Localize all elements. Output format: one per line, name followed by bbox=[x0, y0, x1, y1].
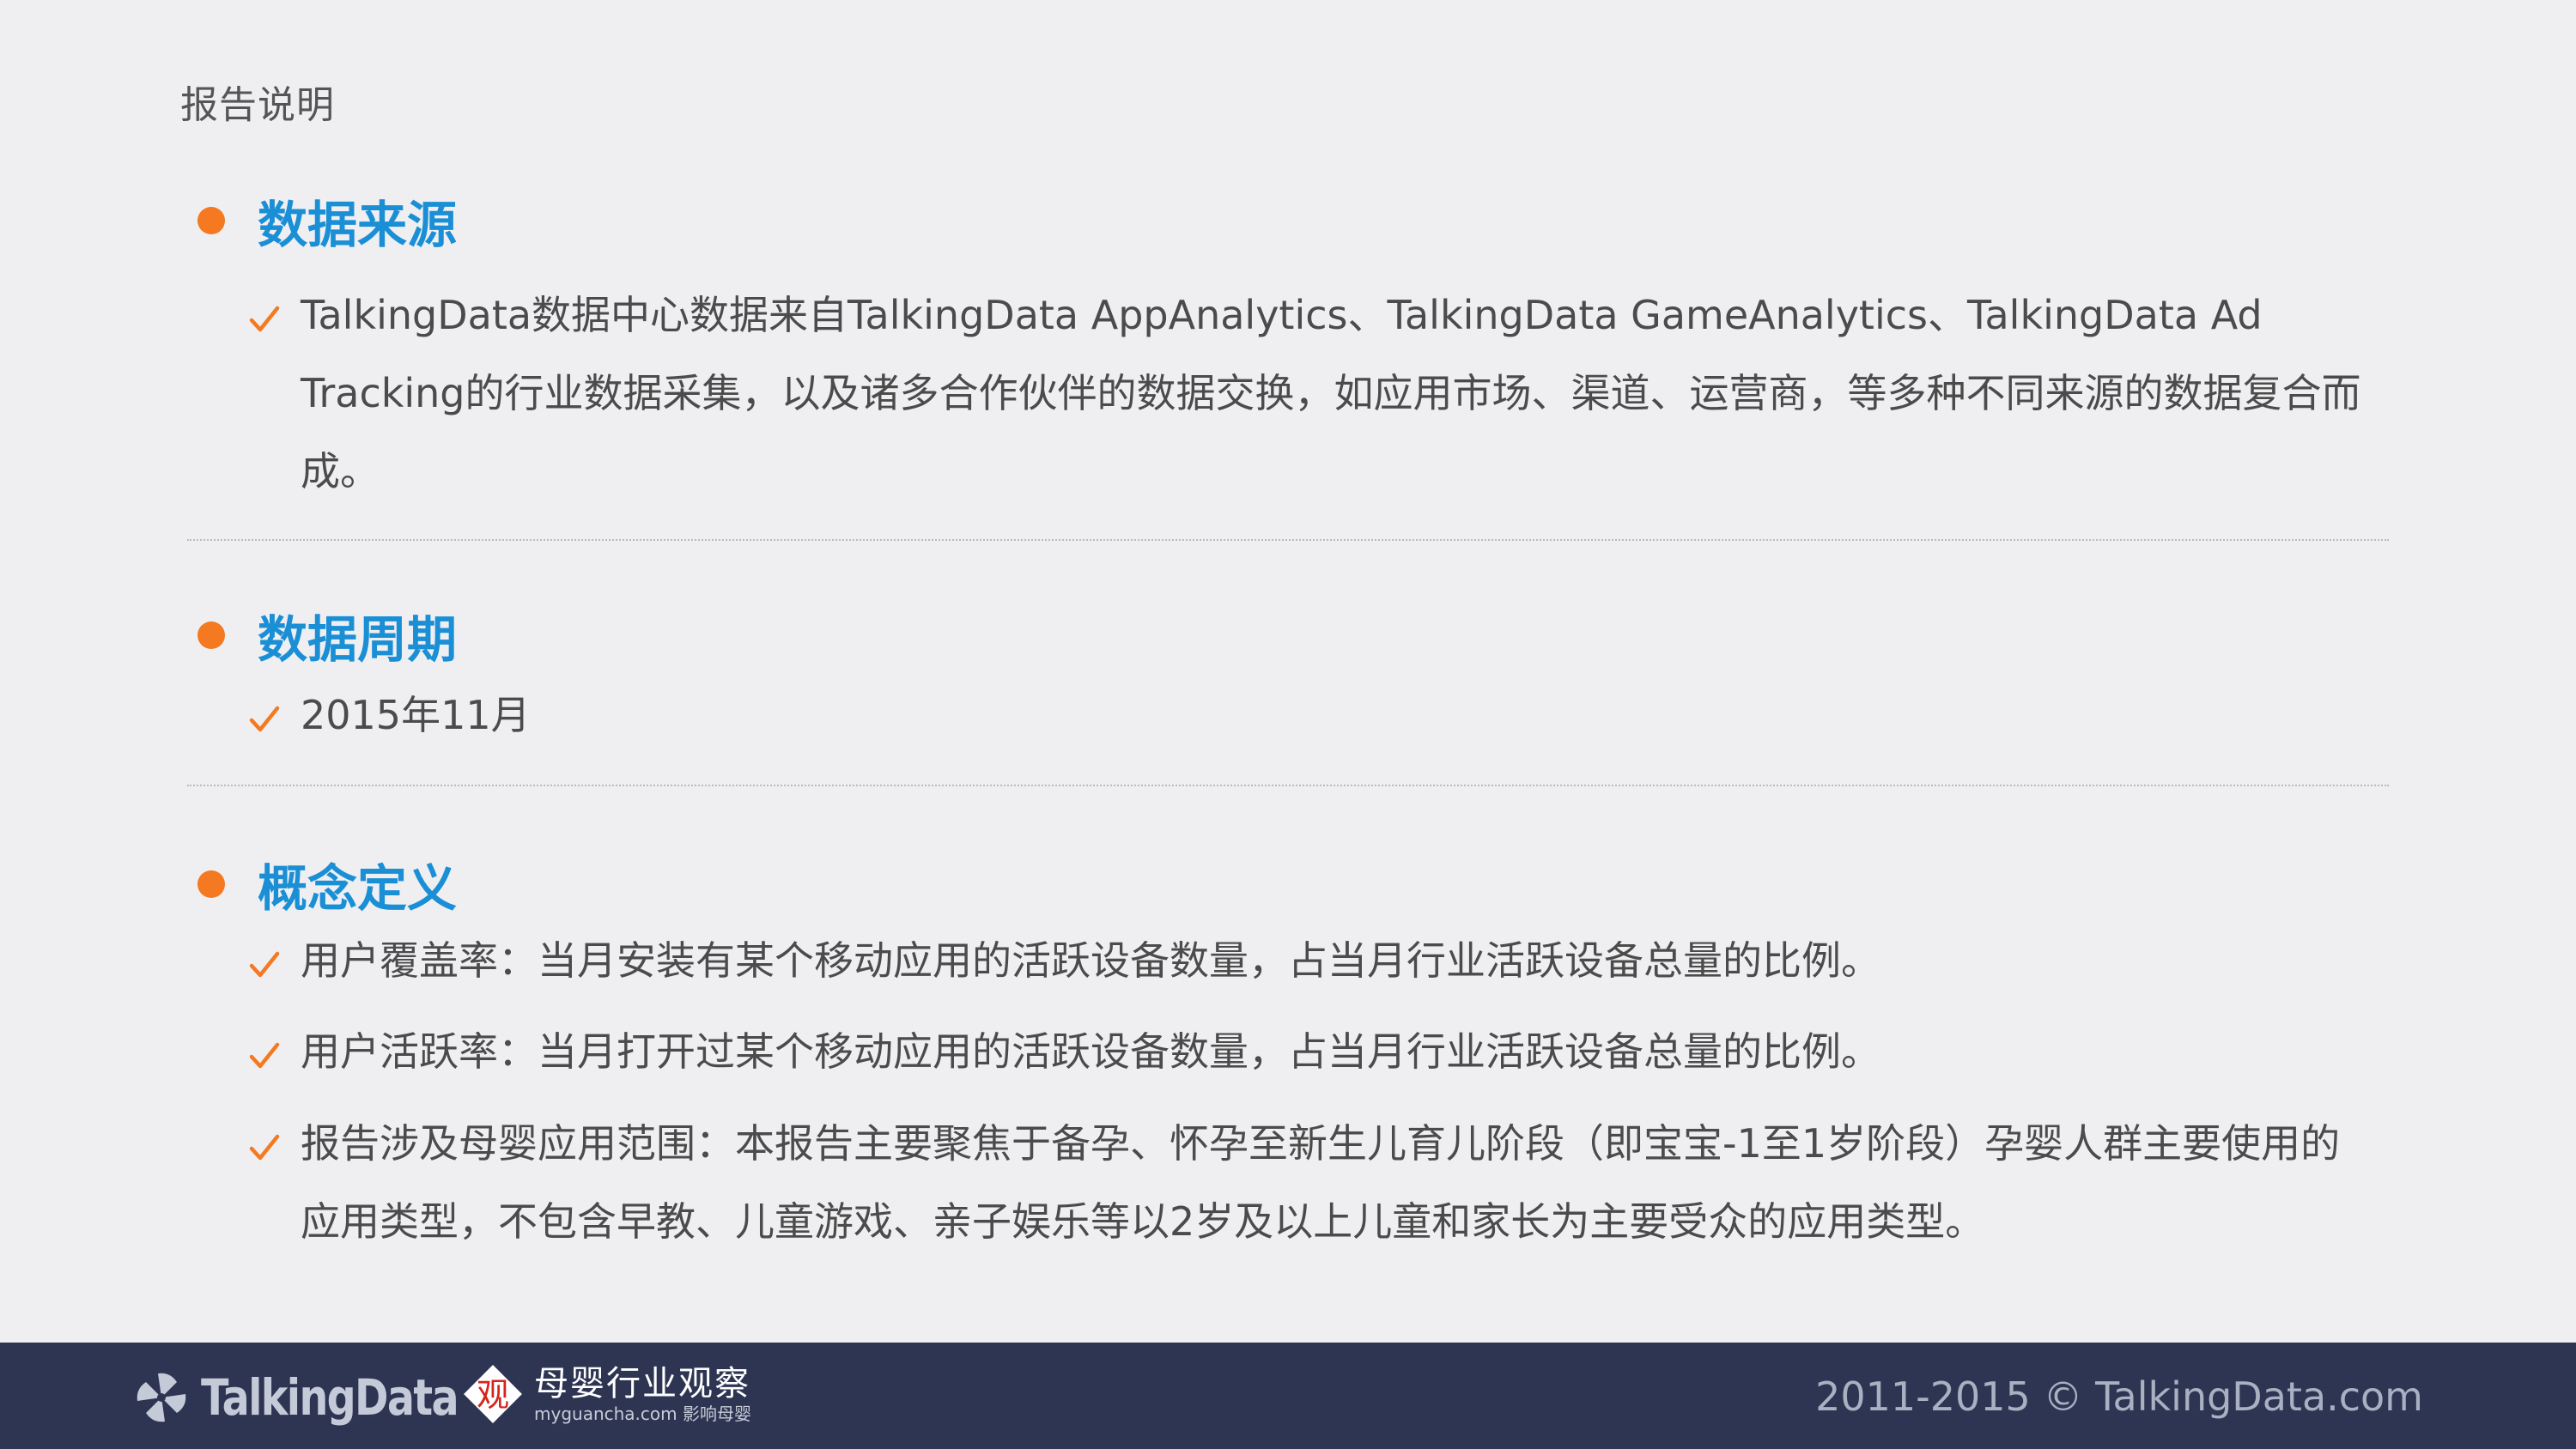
list-item: 2015年11月 bbox=[249, 692, 2361, 755]
bullet-dot-icon bbox=[197, 870, 225, 898]
partner-mark: 观 bbox=[477, 1376, 509, 1414]
partner-diamond-icon: 观 bbox=[464, 1365, 522, 1423]
checkmark-icon bbox=[249, 951, 280, 978]
checkmark-icon bbox=[249, 706, 280, 732]
section-heading: 数据周期 bbox=[258, 610, 458, 669]
brand-name: TalkingData bbox=[201, 1368, 459, 1427]
section-heading: 数据来源 bbox=[258, 196, 458, 254]
list-item: 用户覆盖率：当月安装有某个移动应用的活跃设备数量，占当月行业活跃设备总量的比例。 bbox=[249, 937, 2361, 1000]
footer-bar: TalkingData 观 母婴行业观察 myguancha.com 影响母婴 … bbox=[0, 1343, 2576, 1449]
divider bbox=[187, 785, 2389, 786]
bullet-dot-icon bbox=[197, 621, 225, 649]
talkingdata-pinwheel-icon bbox=[137, 1373, 186, 1422]
partner-subtitle: myguancha.com 影响母婴 bbox=[534, 1404, 751, 1424]
page-label: 报告说明 bbox=[180, 83, 335, 127]
list-item-text: 用户活跃率：当月打开过某个移动应用的活跃设备数量，占当月行业活跃设备总量的比例。 bbox=[301, 1028, 1880, 1075]
partner-logo: 观 母婴行业观察 myguancha.com 影响母婴 bbox=[460, 1361, 751, 1427]
list-item: TalkingData数据中心数据来自TalkingData AppAnalyt… bbox=[249, 292, 2361, 511]
copyright-text: 2011-2015 © TalkingData.com bbox=[1815, 1373, 2423, 1420]
section-title-data-period: 数据周期 bbox=[197, 599, 457, 671]
talkingdata-logo: TalkingData bbox=[134, 1368, 514, 1427]
section-title-data-source: 数据来源 bbox=[197, 185, 457, 257]
list-item-text: 2015年11月 bbox=[301, 692, 531, 738]
section-heading: 概念定义 bbox=[258, 859, 458, 918]
partner-title: 母婴行业观察 bbox=[534, 1364, 750, 1404]
checkmark-icon bbox=[249, 1134, 280, 1161]
list-item-text: 用户覆盖率：当月安装有某个移动应用的活跃设备数量，占当月行业活跃设备总量的比例。 bbox=[301, 937, 1880, 984]
bullet-dot-icon bbox=[197, 207, 225, 234]
list-item: 用户活跃率：当月打开过某个移动应用的活跃设备数量，占当月行业活跃设备总量的比例。 bbox=[249, 1028, 2361, 1091]
section-title-definitions: 概念定义 bbox=[197, 848, 457, 920]
list-item-text: TalkingData数据中心数据来自TalkingData AppAnalyt… bbox=[301, 292, 2361, 494]
checkmark-icon bbox=[249, 306, 280, 332]
list-item: 报告涉及母婴应用范围：本报告主要聚焦于备孕、怀孕至新生儿育儿阶段（即宝宝-1至1… bbox=[249, 1120, 2361, 1261]
list-item-text: 报告涉及母婴应用范围：本报告主要聚焦于备孕、怀孕至新生儿育儿阶段（即宝宝-1至1… bbox=[301, 1120, 2341, 1245]
checkmark-icon bbox=[249, 1042, 280, 1069]
divider bbox=[187, 539, 2389, 541]
